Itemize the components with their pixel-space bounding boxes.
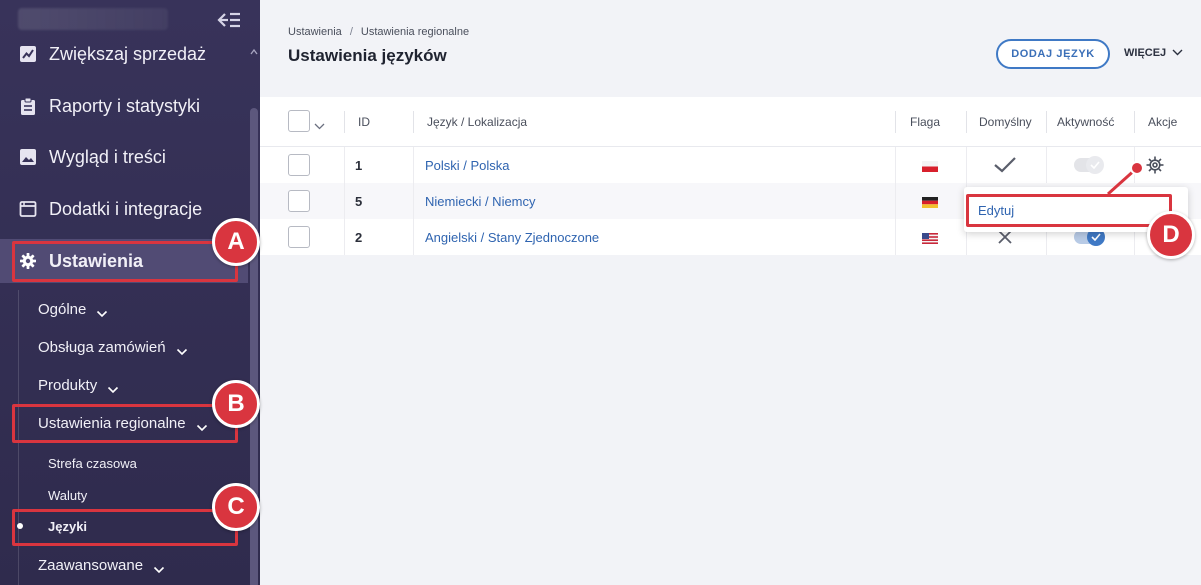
row-checkbox[interactable]: [288, 154, 310, 176]
column-divider: [413, 219, 414, 255]
collapse-sidebar-icon[interactable]: [216, 9, 242, 31]
submenu-products[interactable]: Produkty: [38, 371, 119, 399]
chevron-down-icon: [176, 343, 188, 356]
chevron-down-icon: [107, 381, 119, 394]
annotation-marker-b: B: [212, 380, 260, 428]
row-id: 1: [355, 157, 363, 173]
chevron-down-icon: [1172, 47, 1183, 59]
submenu-timezone[interactable]: Strefa czasowa: [48, 451, 137, 475]
row-id: 5: [355, 193, 363, 209]
nav-item-addons[interactable]: Dodatki i integracje: [0, 187, 248, 231]
column-divider: [1046, 111, 1047, 133]
column-header-active: Aktywność: [1057, 115, 1115, 129]
submenu-label: Języki: [48, 518, 88, 534]
clipboard-icon: [18, 96, 38, 116]
breadcrumb: Ustawienia / Ustawienia regionalne: [288, 26, 469, 38]
chevron-down-icon[interactable]: [314, 117, 325, 135]
column-divider: [344, 147, 345, 183]
annotation-marker-a: A: [212, 218, 260, 266]
column-divider: [344, 183, 345, 219]
column-header-actions: Akcje: [1148, 115, 1178, 129]
submenu-label: Ogólne: [38, 300, 87, 318]
column-divider: [1046, 147, 1047, 183]
column-header-flag: Flaga: [910, 115, 941, 129]
nav-item-settings[interactable]: Ustawienia: [0, 239, 248, 283]
column-divider: [413, 147, 414, 183]
column-divider: [895, 111, 896, 133]
submenu-label: Waluty: [48, 487, 88, 503]
annotation-pointer-d: [1106, 161, 1144, 196]
column-divider: [413, 111, 414, 133]
more-button[interactable]: WIĘCEJ: [1124, 47, 1183, 59]
column-divider: [895, 183, 896, 219]
gear-icon: [18, 251, 38, 271]
row-language-link[interactable]: Niemiecki / Niemcy: [425, 183, 536, 219]
active-toggle[interactable]: [1074, 228, 1105, 246]
more-button-label: WIĘCEJ: [1124, 47, 1167, 59]
submenu-advanced[interactable]: Zaawansowane: [38, 551, 165, 579]
row-language-link[interactable]: Polski / Polska: [425, 147, 510, 183]
select-all-checkbox[interactable]: [288, 110, 310, 132]
submenu-orders[interactable]: Obsługa zamówień: [38, 333, 188, 361]
nav-item-label: Dodatki i integracje: [49, 198, 203, 219]
column-divider: [1134, 111, 1135, 133]
column-divider: [344, 111, 345, 133]
column-divider: [895, 219, 896, 255]
not-default-x-icon: [997, 229, 1013, 250]
trend-chart-icon: [18, 44, 38, 64]
column-divider: [413, 183, 414, 219]
column-header-default: Domyślny: [979, 115, 1032, 129]
image-icon: [18, 147, 38, 167]
nav-item-appearance[interactable]: Wygląd i treści: [0, 135, 248, 179]
page-title: Ustawienia języków: [288, 46, 447, 65]
chevron-down-icon: [196, 419, 208, 432]
row-checkbox[interactable]: [288, 226, 310, 248]
submenu-guide-line: [18, 290, 19, 585]
active-bullet: [17, 523, 23, 529]
submenu-label: Zaawansowane: [38, 556, 144, 574]
column-divider: [966, 147, 967, 183]
column-header-language[interactable]: Język / Lokalizacja: [427, 97, 527, 147]
submenu-label: Obsługa zamówień: [38, 338, 166, 356]
table-header: ID Język / Lokalizacja Flaga Domyślny Ak…: [260, 97, 1201, 147]
submenu-general[interactable]: Ogólne: [38, 295, 108, 323]
nav-item-reports[interactable]: Raporty i statystyki: [0, 84, 248, 128]
flag-de-icon: [922, 195, 938, 208]
column-divider: [895, 147, 896, 183]
submenu-label: Ustawienia regionalne: [38, 414, 186, 432]
row-language-link[interactable]: Angielski / Stany Zjednoczone: [425, 219, 599, 255]
nav-item-label: Raporty i statystyki: [49, 95, 201, 116]
breadcrumb-regional-settings[interactable]: Ustawienia regionalne: [361, 26, 469, 38]
page-header: Ustawienia / Ustawienia regionalne Ustaw…: [260, 0, 1201, 97]
nav-item-label: Wygląd i treści: [49, 146, 166, 167]
submenu-regional-settings[interactable]: Ustawienia regionalne: [38, 409, 208, 437]
column-header-id[interactable]: ID: [358, 97, 370, 147]
annotation-marker-c: C: [212, 483, 260, 531]
brand-logo: [18, 8, 168, 30]
column-divider: [344, 219, 345, 255]
edit-menu-item[interactable]: Edytuj: [978, 203, 1014, 218]
annotation-marker-d: D: [1147, 211, 1195, 259]
add-language-button[interactable]: DODAJ JĘZYK: [996, 39, 1110, 69]
breadcrumb-settings[interactable]: Ustawienia: [288, 26, 342, 38]
submenu-label: Produkty: [38, 376, 98, 394]
breadcrumb-separator: /: [349, 26, 353, 38]
submenu-languages[interactable]: Języki: [48, 514, 87, 538]
default-check-icon: [993, 156, 1017, 179]
column-divider: [966, 111, 967, 133]
window-icon: [18, 199, 38, 219]
scroll-up-icon[interactable]: [250, 44, 258, 55]
nav-item-label: Ustawienia: [49, 250, 144, 271]
row-id: 2: [355, 229, 363, 245]
table-row[interactable]: 1 Polski / Polska: [260, 147, 1201, 183]
submenu-currencies[interactable]: Waluty: [48, 483, 87, 507]
submenu-label: Strefa czasowa: [48, 455, 137, 471]
nav-item-increase-sales[interactable]: Zwiększaj sprzedaż: [0, 32, 248, 76]
row-checkbox[interactable]: [288, 190, 310, 212]
flag-pl-icon: [922, 159, 938, 172]
chevron-down-icon: [96, 305, 108, 318]
flag-us-icon: [922, 231, 938, 244]
chevron-down-icon: [153, 561, 165, 574]
nav-item-label: Zwiększaj sprzedaż: [49, 43, 207, 64]
